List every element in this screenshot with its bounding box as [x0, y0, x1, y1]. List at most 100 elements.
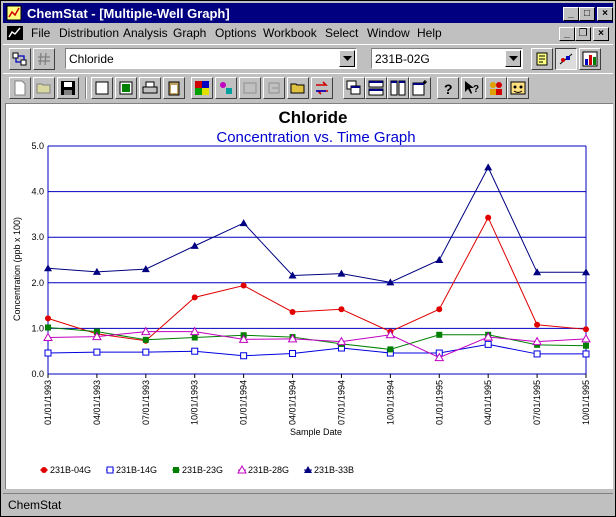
legend-item: 231B-28G [237, 464, 289, 475]
data-point [45, 324, 51, 331]
menu-help[interactable]: Help [417, 26, 442, 40]
chemstat-app-icon[interactable] [6, 5, 22, 21]
disabled-tool-2-button[interactable] [263, 77, 285, 99]
blank-page-button[interactable] [91, 77, 113, 99]
tile-horizontal-button[interactable] [365, 77, 387, 99]
menu-analysis[interactable]: Analysis [123, 26, 168, 40]
menu-graph[interactable]: Graph [173, 26, 206, 40]
data-point [191, 347, 199, 355]
data-point [190, 241, 199, 249]
data-point [534, 321, 541, 328]
new-document-icon [14, 80, 26, 96]
close-button[interactable]: × [597, 7, 613, 21]
blank-page-icon [95, 81, 109, 95]
floppy-disk-icon [61, 81, 75, 95]
symbols-button[interactable] [215, 77, 237, 99]
data-point [436, 331, 443, 338]
open-workbook-button[interactable] [287, 77, 309, 99]
y-tick-label: 2.0 [31, 278, 44, 288]
data-point [289, 349, 297, 357]
y-tick-label: 4.0 [31, 187, 44, 197]
new-button[interactable] [9, 77, 31, 99]
menu-distribution[interactable]: Distribution [59, 26, 119, 40]
minimize-button[interactable]: _ [563, 7, 579, 21]
y-tick-label: 5.0 [31, 141, 44, 151]
notepad-icon [536, 52, 548, 66]
series-line [47, 343, 586, 357]
grid-toggle-button[interactable] [33, 48, 55, 70]
plot-markers-button[interactable] [555, 48, 577, 70]
legend-item: 231B-14G [106, 465, 157, 475]
color-palette-button[interactable] [191, 77, 213, 99]
maximize-button[interactable]: □ [579, 7, 595, 21]
technical-support-button[interactable] [485, 77, 507, 99]
link-wells-button[interactable] [9, 48, 31, 70]
new-window-button[interactable] [409, 77, 431, 99]
data-point [240, 352, 248, 360]
legend-label: 231B-04G [50, 465, 91, 475]
mdi-restore-button[interactable]: ❐ [575, 27, 591, 41]
menu-window[interactable]: Window [367, 26, 410, 40]
about-button[interactable] [507, 77, 529, 99]
x-tick-label: 01/01/1993 [43, 380, 53, 425]
swap-button[interactable] [311, 77, 333, 99]
clipboard-button[interactable] [163, 77, 185, 99]
mdi-close-button[interactable]: × [593, 27, 609, 41]
chart-subtitle: Concentration vs. Time Graph [216, 129, 415, 146]
chart-panel: Chloride Concentration vs. Time Graph Co… [5, 103, 613, 489]
data-point [142, 348, 150, 356]
document-icon[interactable] [7, 26, 23, 40]
title-bar[interactable]: ChemStat - [Multiple-Well Graph] _ □ × [3, 3, 613, 23]
data-point [583, 342, 589, 349]
legend-item: 231B-33B [304, 465, 354, 475]
save-button[interactable] [57, 77, 79, 99]
context-help-icon: ? [465, 81, 479, 95]
menu-options[interactable]: Options [215, 26, 256, 40]
series-line [47, 331, 587, 359]
x-tick-label: 07/01/1994 [336, 380, 346, 425]
data-point [142, 336, 149, 343]
legend-marker [173, 467, 179, 473]
page-setup-button[interactable] [115, 77, 137, 99]
x-tick-label: 07/01/1995 [532, 380, 542, 425]
series-line [47, 166, 586, 283]
x-tick-label: 04/01/1994 [288, 380, 298, 425]
well-dropdown-button[interactable] [505, 50, 521, 67]
y-axis-label: Concentration (ppb x 100) [12, 217, 22, 321]
link-arrows-icon [12, 52, 27, 66]
data-point [583, 326, 589, 333]
help-button[interactable]: ? [437, 77, 459, 99]
legend-marker [41, 467, 47, 473]
color-chart-button[interactable] [579, 48, 601, 70]
cascade-windows-icon [346, 80, 361, 95]
disabled-tool-1-button[interactable] [239, 77, 261, 99]
window-title: ChemStat - [Multiple-Well Graph] [27, 6, 230, 21]
data-point [533, 350, 541, 358]
context-help-button[interactable]: ? [461, 77, 483, 99]
x-tick-label: 10/01/1994 [385, 380, 395, 425]
parameter-select[interactable]: Chloride [65, 48, 357, 69]
cascade-button[interactable] [343, 77, 365, 99]
parameter-dropdown-button[interactable] [339, 50, 355, 67]
x-tick-label: 04/01/1993 [92, 380, 102, 425]
tile-vertical-button[interactable] [387, 77, 409, 99]
chevron-down-icon [509, 56, 518, 61]
print-button[interactable] [139, 77, 161, 99]
menu-workbook[interactable]: Workbook [263, 26, 317, 40]
data-point [582, 350, 590, 358]
x-axis-label: Sample Date [290, 427, 342, 437]
well-select[interactable]: 231B-02G [371, 48, 523, 69]
menu-file[interactable]: File [31, 26, 50, 40]
notes-button[interactable] [531, 48, 553, 70]
data-point [289, 308, 296, 315]
open-button[interactable] [33, 77, 55, 99]
data-point [191, 334, 198, 341]
menu-bar: File Distribution Analysis Graph Options… [3, 24, 613, 43]
menu-select[interactable]: Select [325, 26, 358, 40]
data-point [436, 306, 443, 313]
hash-grid-icon [38, 52, 50, 66]
legend-item: 231B-04G [40, 465, 91, 475]
mdi-minimize-button[interactable]: _ [559, 27, 575, 41]
parameter-select-value: Chloride [69, 52, 114, 66]
page-frame-icon [119, 81, 133, 95]
